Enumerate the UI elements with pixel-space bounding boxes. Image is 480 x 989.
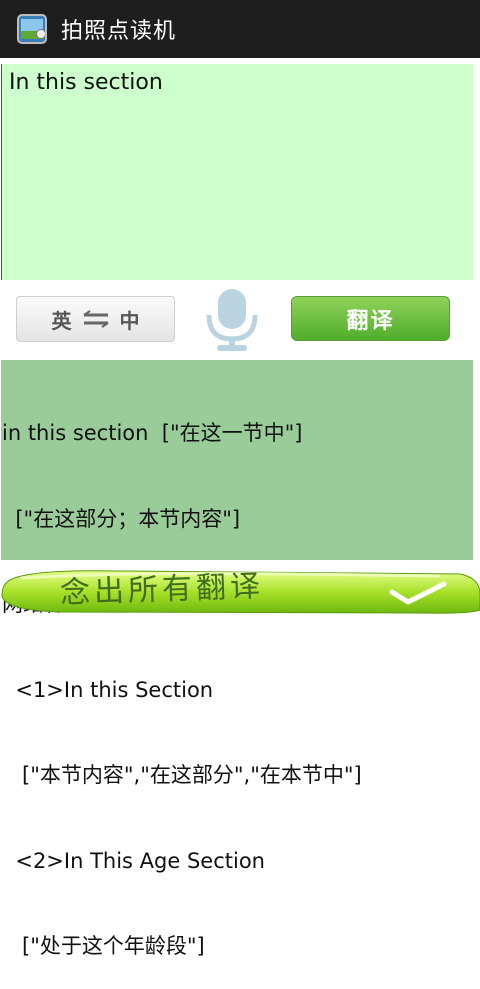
result-line: ["本节内容","在这部分","在本节中"] bbox=[2, 763, 362, 787]
source-language-label: 英 bbox=[51, 308, 72, 333]
microphone-icon[interactable] bbox=[201, 287, 263, 353]
read-all-translations-button[interactable]: 念出所有翻译 bbox=[0, 566, 480, 616]
swap-arrows-icon bbox=[82, 310, 109, 328]
app-gallery-icon bbox=[17, 14, 47, 44]
result-line: <1>In this Section bbox=[2, 677, 214, 702]
language-switch-button[interactable]: 英 中 bbox=[16, 296, 175, 342]
source-text-input[interactable]: In this section bbox=[1, 64, 473, 280]
result-line: in this section ["在这一节中"] bbox=[2, 421, 303, 445]
result-line: ["处于这个年龄段"] bbox=[2, 934, 205, 958]
translation-result: in this section ["在这一节中"] ["在这部分；本节内容"] … bbox=[1, 360, 473, 958]
result-line: ["在这部分；本节内容"] bbox=[2, 506, 241, 531]
translate-button[interactable]: 翻译 bbox=[291, 296, 450, 341]
title-bar: 拍照点读机 bbox=[0, 0, 480, 58]
app-title: 拍照点读机 bbox=[61, 19, 177, 44]
read-all-label: 念出所有翻译 bbox=[59, 568, 265, 611]
target-language-label: 中 bbox=[119, 308, 140, 333]
result-line: <2>In This Age Section bbox=[2, 848, 265, 873]
